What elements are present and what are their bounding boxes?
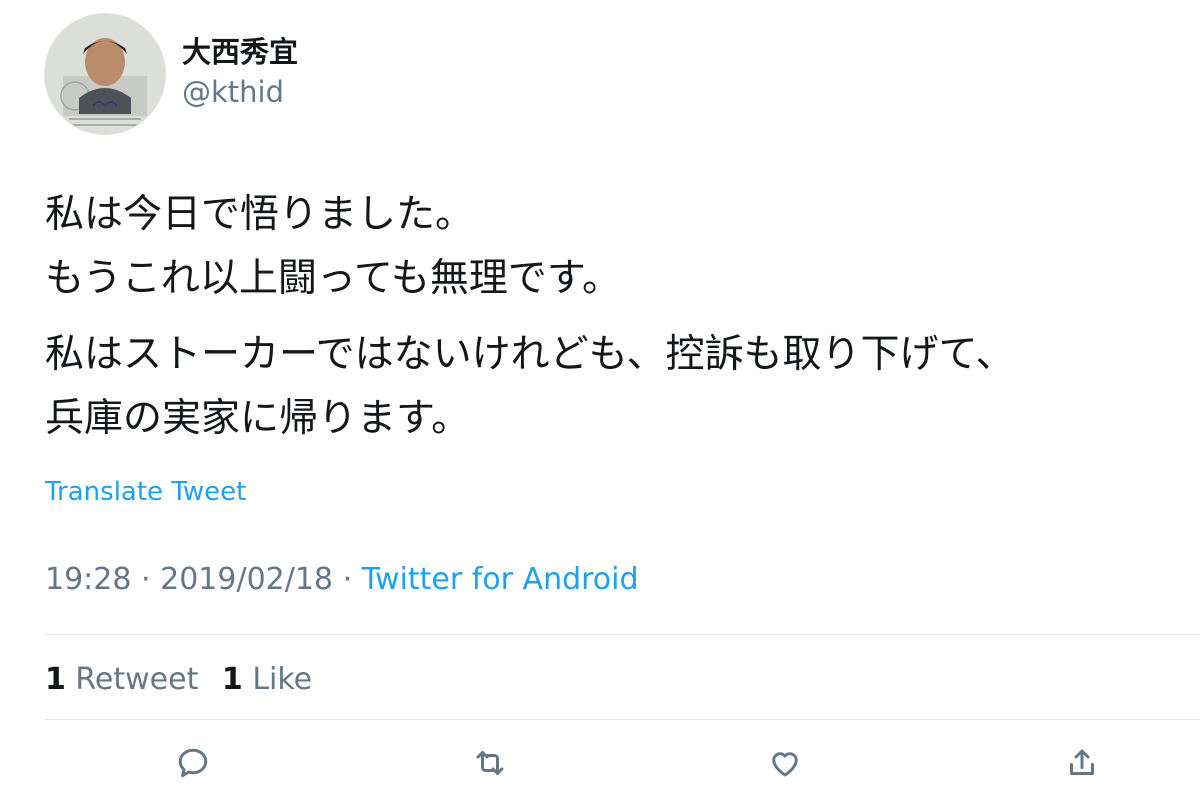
avatar[interactable] <box>44 13 166 135</box>
like-icon <box>772 752 798 777</box>
tweet-line: 私はストーカーではないけれども、控訴も取り下げて、 <box>45 332 1015 377</box>
tweet-paragraph: 私はストーカーではないけれども、控訴も取り下げて、 兵庫の実家に帰ります。 <box>45 323 1185 451</box>
like-count: 1 <box>221 662 243 697</box>
tweet-line: 私は今日で悟りました。 <box>45 192 475 237</box>
tweet-stats: 1 Retweet 1 Like <box>45 660 326 700</box>
tweet-paragraph: 私は今日で悟りました。 もうこれ以上闘っても無理です。 <box>45 183 1185 311</box>
meta-separator: · <box>141 562 151 597</box>
reply-icon <box>178 748 208 778</box>
retweet-button[interactable] <box>468 741 512 785</box>
divider <box>45 719 1200 720</box>
retweet-count: 1 <box>45 662 66 697</box>
tweet-time: 19:28 <box>45 562 132 597</box>
share-button[interactable] <box>1060 741 1104 785</box>
share-icon <box>1070 749 1094 775</box>
reply-button[interactable] <box>171 741 215 785</box>
retweet-label: Retweet <box>75 662 199 697</box>
tweet-metadata: 19:28 · 2019/02/18 · Twitter for Android <box>45 560 639 600</box>
retweet-icon <box>476 751 504 775</box>
user-handle[interactable]: @kthid <box>182 74 284 110</box>
tweet-line: 兵庫の実家に帰ります。 <box>45 396 471 441</box>
retweets-stat[interactable]: 1 Retweet <box>45 662 208 697</box>
like-button[interactable] <box>763 741 807 785</box>
likes-stat[interactable]: 1 Like <box>222 662 312 697</box>
divider <box>45 634 1200 635</box>
tweet-date: 2019/02/18 <box>160 562 334 597</box>
user-display-name[interactable]: 大西秀宜 <box>182 34 298 70</box>
tweet-action-bar <box>0 735 1200 791</box>
like-label: Like <box>252 662 313 697</box>
avatar-photo <box>45 14 165 134</box>
tweet-line: もうこれ以上闘っても無理です。 <box>45 256 622 301</box>
tweet-text: 私は今日で悟りました。 もうこれ以上闘っても無理です。 私はストーカーではないけ… <box>45 183 1185 463</box>
meta-separator: · <box>342 562 353 597</box>
translate-tweet-link[interactable]: Translate Tweet <box>45 475 246 509</box>
tweet-source-link[interactable]: Twitter for Android <box>362 562 639 597</box>
